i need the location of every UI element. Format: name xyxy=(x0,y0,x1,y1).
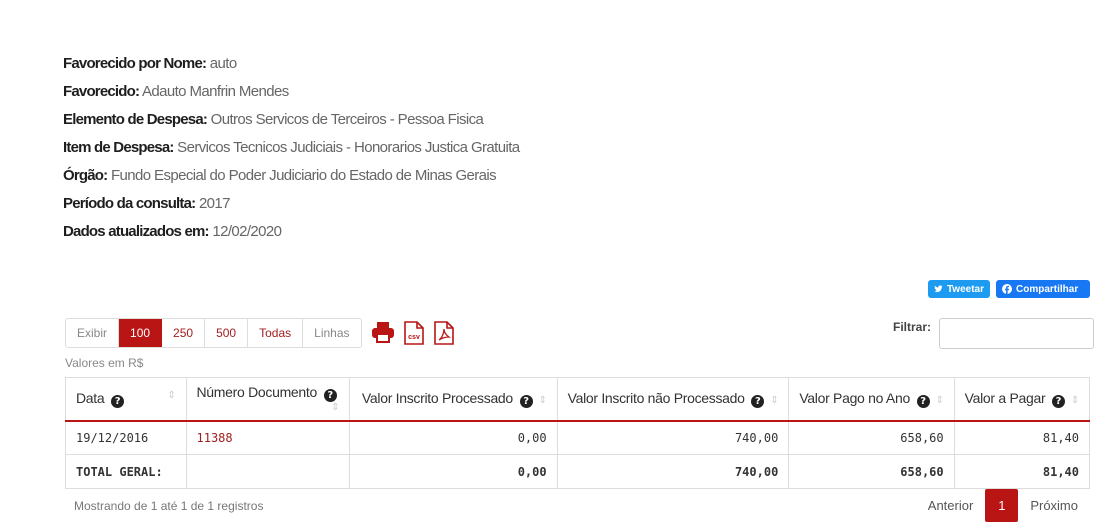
help-icon[interactable]: ? xyxy=(751,394,765,408)
pagination-page-current[interactable]: 1 xyxy=(985,489,1019,522)
cell-valor-inscrito-nao-processado: 740,00 xyxy=(556,420,790,455)
tweet-button[interactable]: Tweetar xyxy=(928,280,990,298)
length-option-all[interactable]: Todas xyxy=(248,319,304,347)
length-option-100[interactable]: 100 xyxy=(119,319,163,347)
facebook-share-button[interactable]: Compartilhar xyxy=(996,280,1090,298)
currency-note: Valores em R$ xyxy=(65,356,144,370)
total-label: TOTAL GERAL: xyxy=(65,454,187,489)
length-option-250[interactable]: 250 xyxy=(162,319,206,347)
help-icon[interactable]: ? xyxy=(519,394,533,408)
cell-valor-a-pagar: 81,40 xyxy=(953,420,1091,455)
lines-label: Linhas xyxy=(303,319,361,347)
table-row: 19/12/2016 11388 0,00 740,00 658,60 81,4… xyxy=(65,420,1091,455)
column-header-valor-inscrito-nao-processado[interactable]: Valor Inscrito não Processado ? ⇕ xyxy=(556,377,790,422)
csv-icon[interactable]: csv xyxy=(403,321,425,345)
info-line-periodo: Período da consulta: 2017 xyxy=(63,195,231,212)
help-icon[interactable]: ? xyxy=(323,389,337,403)
sort-icon: ⇕ xyxy=(538,394,547,406)
total-valor-pago-no-ano: 658,60 xyxy=(788,454,955,489)
total-valor-a-pagar: 81,40 xyxy=(953,454,1091,489)
column-header-data[interactable]: Data ? ⇕ xyxy=(65,377,187,422)
cell-data: 19/12/2016 xyxy=(65,420,187,455)
svg-text:csv: csv xyxy=(408,334,420,341)
pagination: Anterior 1 Próximo xyxy=(916,489,1090,522)
column-header-valor-a-pagar[interactable]: Valor a Pagar ? ⇕ xyxy=(953,377,1091,422)
show-label: Exibir xyxy=(66,319,120,347)
facebook-icon xyxy=(1002,284,1012,294)
twitter-icon xyxy=(934,285,943,293)
info-line-item-despesa: Item de Despesa: Servicos Tecnicos Judic… xyxy=(63,139,520,156)
print-icon[interactable] xyxy=(371,321,395,343)
pagination-next[interactable]: Próximo xyxy=(1018,498,1090,513)
info-line-elemento-despesa: Elemento de Despesa: Outros Servicos de … xyxy=(63,111,484,128)
column-header-valor-inscrito-processado[interactable]: Valor Inscrito Processado ? ⇕ xyxy=(349,377,558,422)
results-table: Data ? ⇕ Número Documento ? ⇕ Valor Inscri… xyxy=(65,377,1091,489)
export-icons: csv xyxy=(371,321,455,345)
info-line-favorecido-nome: Favorecido por Nome: auto xyxy=(63,55,237,72)
column-header-valor-pago-no-ano[interactable]: Valor Pago no Ano ? ⇕ xyxy=(788,377,955,422)
total-empty-cell xyxy=(185,454,351,489)
filter-label: Filtrar: xyxy=(893,320,932,334)
help-icon[interactable]: ? xyxy=(110,394,124,408)
pdf-icon[interactable] xyxy=(433,321,455,345)
sort-icon: ⇕ xyxy=(770,394,779,406)
page-length-group: Exibir 100 250 500 Todas Linhas xyxy=(65,318,362,348)
length-option-500[interactable]: 500 xyxy=(205,319,249,347)
column-header-numero-documento[interactable]: Número Documento ? ⇕ xyxy=(185,377,351,422)
document-number-link[interactable]: 11388 xyxy=(185,420,351,455)
table-toolbar: Exibir 100 250 500 Todas Linhas csv xyxy=(65,318,455,348)
filter-input[interactable] xyxy=(939,318,1095,349)
info-line-orgao: Órgão: Fundo Especial do Poder Judiciari… xyxy=(63,167,497,184)
info-line-favorecido: Favorecido: Adauto Manfrin Mendes xyxy=(63,83,289,100)
pagination-previous[interactable]: Anterior xyxy=(916,498,986,513)
filter-box: Filtrar: xyxy=(893,318,1095,349)
sort-icon: ⇕ xyxy=(1070,394,1079,406)
sort-icon: ⇕ xyxy=(167,389,176,401)
help-icon[interactable]: ? xyxy=(1051,394,1065,408)
total-row: TOTAL GERAL: 0,00 740,00 658,60 81,40 xyxy=(65,454,1091,489)
records-info: Mostrando de 1 até 1 de 1 registros xyxy=(74,499,264,513)
query-info: Favorecido por Nome: auto Favorecido: Ad… xyxy=(63,50,520,246)
info-line-atualizado: Dados atualizados em: 12/02/2020 xyxy=(63,223,282,240)
table-header-row: Data ? ⇕ Número Documento ? ⇕ Valor Inscri… xyxy=(65,377,1091,422)
total-valor-inscrito-nao-processado: 740,00 xyxy=(556,454,790,489)
total-valor-inscrito-processado: 0,00 xyxy=(349,454,558,489)
sort-icon: ⇕ xyxy=(935,394,944,406)
sort-icon: ⇕ xyxy=(331,402,340,414)
help-icon[interactable]: ? xyxy=(916,394,930,408)
share-buttons: Tweetar Compartilhar xyxy=(928,280,1090,298)
cell-valor-inscrito-processado: 0,00 xyxy=(349,420,558,455)
cell-valor-pago-no-ano: 658,60 xyxy=(788,420,955,455)
